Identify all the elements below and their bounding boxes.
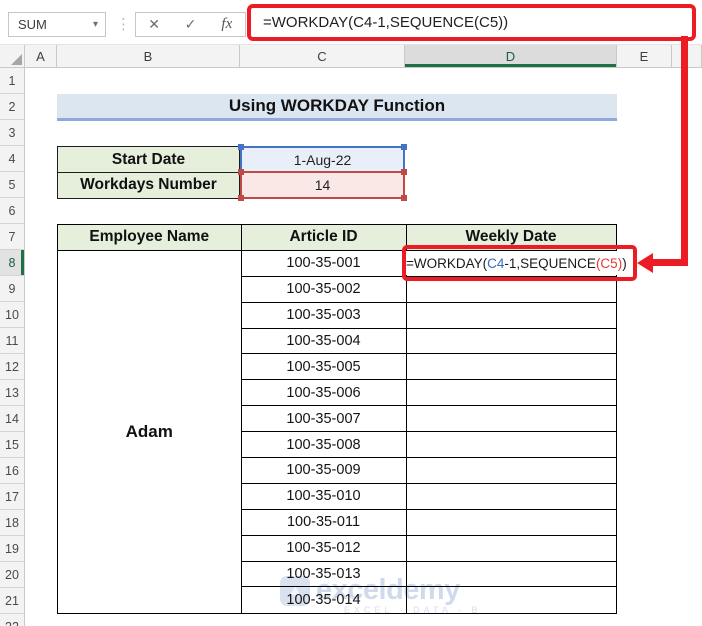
column-header-b[interactable]: B [57,45,240,67]
cell-article-id[interactable]: 100-35-004 [241,328,407,355]
cell-weekly-date-empty[interactable] [406,406,616,433]
cell-article-id[interactable]: 100-35-003 [241,302,407,329]
row-header-21[interactable]: 21 [0,588,24,614]
row-header-20[interactable]: 20 [0,562,24,588]
column-header-e[interactable]: E [617,45,672,67]
row-header-8[interactable]: 8 [0,250,24,276]
cell-article-id[interactable]: 100-35-014 [242,587,407,614]
cell-article-id[interactable]: 100-35-011 [241,509,407,536]
range-handle [401,195,407,201]
row-header-6[interactable]: 6 [0,198,24,224]
formula-bar-input[interactable]: =WORKDAY(C4-1,SEQUENCE(C5)) [263,14,508,31]
formula-bar-buttons: ✕ ✓ fx [135,12,246,37]
row-header-15[interactable]: 15 [0,432,24,458]
row-header-2[interactable]: 2 [0,94,24,120]
enter-icon[interactable]: ✓ [172,13,208,36]
row-header-1[interactable]: 1 [0,68,24,94]
select-all-corner[interactable] [0,45,25,67]
excel-window: SUM ▾ ⋮ ✕ ✓ fx =WORKDAY(C4-1,SEQUENCE(C5… [0,0,702,626]
row-header-19[interactable]: 19 [0,536,24,562]
cell-article-id[interactable]: 100-35-006 [241,380,407,407]
insert-function-icon[interactable]: fx [209,13,245,36]
column-header-a[interactable]: A [25,45,57,67]
row-header-3[interactable]: 3 [0,120,24,146]
row-header-18[interactable]: 18 [0,510,24,536]
data-table: Employee Name Article ID Weekly Date Ada… [57,224,617,615]
row-header-column: 12345678910111213141516171819202122 [0,68,25,626]
cell-article-id[interactable]: 100-35-007 [241,406,407,433]
d8-annotation-box [402,245,637,281]
cell-weekly-date-empty[interactable] [406,432,616,459]
cell-article-id[interactable]: 100-35-001 [241,250,407,277]
range-handle [238,144,244,150]
cell-weekly-date-empty[interactable] [406,303,616,329]
cell-article-id[interactable]: 100-35-013 [241,561,407,588]
page-title: Using WORKDAY Function [228,96,446,115]
row-header-5[interactable]: 5 [0,172,24,198]
row-header-10[interactable]: 10 [0,302,24,328]
name-box-value: SUM [18,17,47,32]
cell-b4-start-date-label[interactable]: Start Date [57,146,240,173]
formula-bar-row: SUM ▾ ⋮ ✕ ✓ fx =WORKDAY(C4-1,SEQUENCE(C5… [0,0,702,45]
row-header-12[interactable]: 12 [0,354,24,380]
cell-weekly-date-empty[interactable] [406,484,616,510]
row-header-11[interactable]: 11 [0,328,24,354]
cell-c5-workdays-value[interactable]: 14 [238,169,407,201]
column-header-row: ABCDE [0,45,702,68]
cell-c4-start-date-value[interactable]: 1-Aug-22 [238,144,407,175]
row-header-22[interactable]: 22 [0,614,24,626]
cell-employee-name-merged[interactable]: Adam [58,250,242,614]
range-handle [238,169,244,175]
cell-article-id[interactable]: 100-35-002 [241,276,407,303]
row-header-4[interactable]: 4 [0,146,24,172]
cell-weekly-date-empty[interactable] [406,458,616,484]
column-header-d[interactable]: D [405,45,617,67]
name-box[interactable]: SUM ▾ [8,12,106,37]
cell-weekly-date-empty[interactable] [406,510,616,536]
cell-weekly-date-empty[interactable] [406,329,616,355]
cell-weekly-date-empty[interactable] [407,587,616,613]
row-header-16[interactable]: 16 [0,458,24,484]
row-header-9[interactable]: 9 [0,276,24,302]
table-header-employee-name[interactable]: Employee Name [58,225,242,251]
cancel-icon[interactable]: ✕ [136,13,172,36]
cell-article-id[interactable]: 100-35-005 [241,354,407,381]
formula-bar-separator: ⋮ [116,16,131,33]
row-header-7[interactable]: 7 [0,224,24,250]
range-handle [238,195,244,201]
cell-weekly-date-empty[interactable] [406,536,616,562]
range-handle [401,144,407,150]
row-header-14[interactable]: 14 [0,406,24,432]
name-box-dropdown-icon[interactable]: ▾ [93,19,105,30]
row-header-17[interactable]: 17 [0,484,24,510]
cell-article-id[interactable]: 100-35-008 [241,432,407,459]
annotation-arrow-stem [681,36,688,266]
cell-weekly-date-empty[interactable] [406,354,616,381]
formula-bar-annotation-box: =WORKDAY(C4-1,SEQUENCE(C5)) [247,4,696,41]
range-handle [401,169,407,175]
cell-b5-workdays-label[interactable]: Workdays Number [57,171,240,199]
cell-weekly-date-empty[interactable] [406,562,616,588]
column-header-c[interactable]: C [240,45,405,67]
title-banner[interactable]: Using WORKDAY Function [57,94,617,121]
cell-article-id[interactable]: 100-35-012 [241,535,407,562]
table-header-article-id[interactable]: Article ID [241,225,407,251]
cell-article-id[interactable]: 100-35-010 [241,483,407,510]
cell-weekly-date-empty[interactable] [406,380,616,407]
row-header-13[interactable]: 13 [0,380,24,406]
cell-article-id[interactable]: 100-35-009 [241,458,407,484]
